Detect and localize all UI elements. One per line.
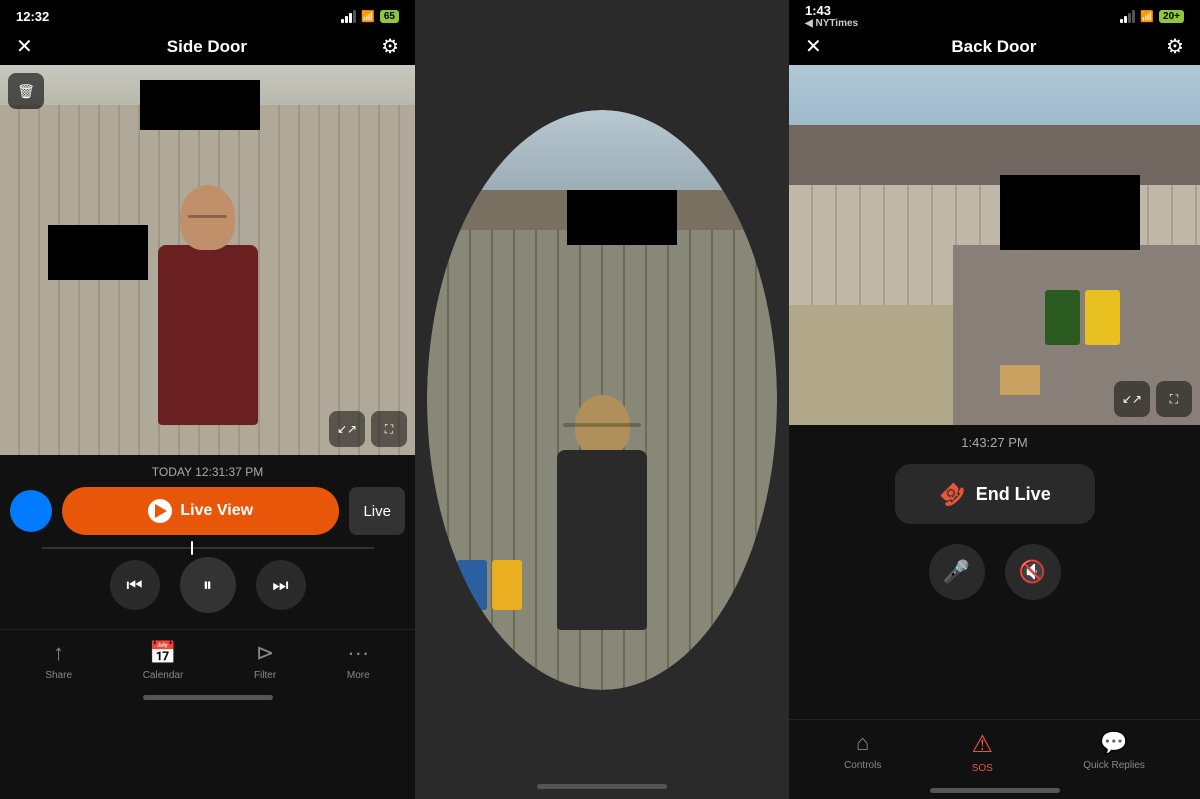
time-left: 12:32	[16, 9, 49, 24]
camera-controls-right: ↙↗ ⛶	[1114, 381, 1192, 417]
sos-icon: ⚠	[972, 730, 994, 759]
live-view-button[interactable]: Live View	[62, 487, 339, 535]
phone-left-panel: 12:32 📶 65 ✕ Side Door ⚙	[0, 0, 415, 799]
nav-title-left: Side Door	[167, 37, 247, 57]
fullscreen-icon[interactable]: ⛶	[371, 411, 407, 447]
timestamp-left: TODAY 12:31:37 PM	[152, 465, 263, 479]
nav-title-right: Back Door	[951, 37, 1036, 57]
redact-right	[1000, 175, 1140, 250]
filter-icon: ⊳	[256, 640, 274, 666]
nav-bar-right: ✕ Back Door ⚙	[789, 28, 1200, 65]
status-icons-right: 📶 20+	[1120, 10, 1184, 23]
end-live-button[interactable]: ☎ End Live	[895, 464, 1095, 524]
settings-icon-right[interactable]: ⚙	[1166, 34, 1184, 59]
timeline-bar[interactable]	[42, 547, 374, 549]
sos-label: SOS	[972, 763, 993, 774]
live-badge[interactable]: Live	[349, 487, 405, 535]
timeline-cursor	[191, 541, 193, 555]
status-icons-left: 📶 65	[341, 10, 399, 23]
home-indicator-center	[537, 784, 667, 789]
end-live-label: End Live	[976, 484, 1051, 505]
live-view-label: Live View	[180, 502, 253, 520]
settings-icon-left[interactable]: ⚙	[381, 34, 399, 59]
audio-controls: 🎤 🔇	[929, 544, 1061, 600]
fullscreen-icon-right[interactable]: ⛶	[1156, 381, 1192, 417]
filter-label: Filter	[254, 670, 276, 681]
bin-blue	[457, 560, 487, 610]
delete-icon[interactable]: 🗑	[8, 73, 44, 109]
filter-nav-item[interactable]: ⊳ Filter	[254, 640, 276, 681]
close-button-left[interactable]: ✕	[16, 34, 33, 59]
fisheye-head	[575, 395, 630, 455]
skip-forward-button[interactable]: ⏭	[256, 560, 306, 610]
battery-right: 20+	[1159, 10, 1184, 23]
calendar-label: Calendar	[143, 670, 184, 681]
camera-feed-left: 🗑 ↙↗ ⛶	[0, 65, 415, 455]
live-controls: Live View Live	[0, 487, 415, 535]
close-button-right[interactable]: ✕	[805, 34, 822, 59]
camera-feed-right: ↙↗ ⛶	[789, 65, 1200, 425]
controls-area-left: TODAY 12:31:37 PM Live View Live ⏮ ⏸ ⏭ ↑…	[0, 455, 415, 799]
quick-replies-icon: 💬	[1100, 730, 1127, 756]
calendar-icon: 📅	[149, 640, 176, 666]
wifi-icon-right: 📶	[1140, 10, 1154, 23]
playback-controls: ⏮ ⏸ ⏭	[110, 557, 306, 613]
calendar-nav-item[interactable]: 📅 Calendar	[143, 640, 184, 681]
expand-icon[interactable]: ↙↗	[329, 411, 365, 447]
mute-speaker-button[interactable]: 🔇	[1005, 544, 1061, 600]
home-indicator-left	[143, 695, 273, 700]
fisheye-view	[427, 110, 777, 690]
circle-indicator	[10, 490, 52, 532]
live-view-play-icon	[148, 499, 172, 523]
skip-back-button[interactable]: ⏮	[110, 560, 160, 610]
status-bar-left: 12:32 📶 65	[0, 0, 415, 28]
status-bar-right: 1:43 ◀ NYTimes 📶 20+	[789, 0, 1200, 28]
fisheye-inner	[427, 110, 777, 690]
bin-green-right	[1045, 290, 1080, 345]
controls-nav-item[interactable]: ⌂ Controls	[844, 730, 881, 774]
time-right: 1:43	[805, 3, 831, 18]
more-label: More	[347, 670, 370, 681]
bin-yellow	[492, 560, 522, 610]
wifi-icon-left: 📶	[361, 10, 375, 23]
expand-icon-right[interactable]: ↙↗	[1114, 381, 1150, 417]
home-indicator-right	[930, 788, 1060, 793]
pause-button[interactable]: ⏸	[180, 557, 236, 613]
share-label: Share	[45, 670, 72, 681]
bottom-nav-right: ⌂ Controls ⚠ SOS 💬 Quick Replies	[789, 719, 1200, 782]
end-call-icon: ☎	[933, 475, 971, 513]
redact-center	[567, 190, 677, 245]
more-nav-item[interactable]: ··· More	[347, 640, 370, 681]
fisheye-person	[557, 395, 647, 630]
sos-nav-item[interactable]: ⚠ SOS	[972, 730, 994, 774]
battery-left: 65	[380, 10, 399, 23]
quick-replies-label: Quick Replies	[1083, 760, 1145, 771]
bottom-nav-left: ↑ Share 📅 Calendar ⊳ Filter ··· More	[0, 629, 415, 689]
controls-label: Controls	[844, 760, 881, 771]
package-box	[1000, 365, 1040, 395]
mute-microphone-button[interactable]: 🎤	[929, 544, 985, 600]
redact-box-mid	[48, 225, 148, 280]
timestamp-right: 1:43:27 PM	[961, 435, 1028, 450]
bin-yellow-right	[1085, 290, 1120, 345]
play-triangle	[155, 504, 167, 518]
controls-area-right: 1:43:27 PM ☎ End Live 🎤 🔇 ⌂ Controls ⚠ S…	[789, 425, 1200, 799]
signal-icon-left	[341, 10, 356, 23]
more-icon: ···	[347, 640, 369, 666]
camera-controls-overlay: ↙↗ ⛶	[329, 411, 407, 447]
redact-box-top	[140, 80, 260, 130]
signal-icon-right	[1120, 10, 1135, 23]
share-icon: ↑	[53, 640, 64, 666]
center-panel	[415, 0, 789, 799]
quick-replies-nav-item[interactable]: 💬 Quick Replies	[1083, 730, 1145, 774]
fisheye-body	[557, 450, 647, 630]
speaker-icon: 🔇	[1019, 559, 1046, 585]
carrier-area: 1:43 ◀ NYTimes	[805, 3, 858, 29]
phone-right-panel: 1:43 ◀ NYTimes 📶 20+ ✕ Back Door ⚙	[789, 0, 1200, 799]
nav-bar-left: ✕ Side Door ⚙	[0, 28, 415, 65]
controls-icon: ⌂	[856, 730, 869, 756]
share-nav-item[interactable]: ↑ Share	[45, 640, 72, 681]
